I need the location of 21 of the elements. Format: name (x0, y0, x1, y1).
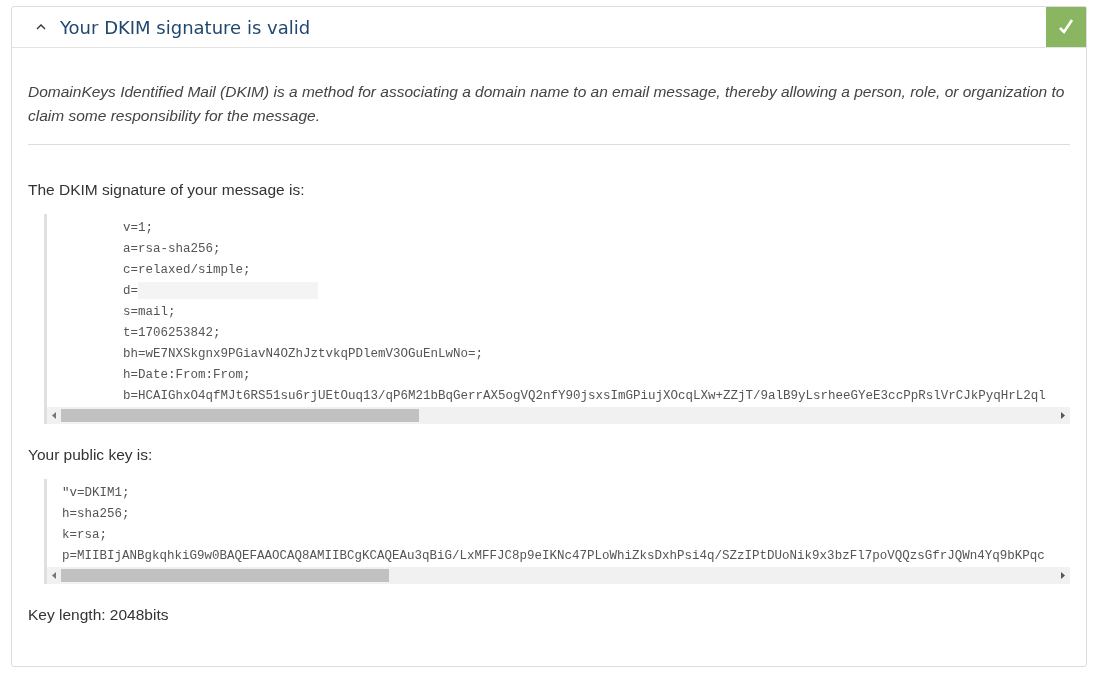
code-line: d= (123, 283, 138, 300)
code-line: bh=wE7NXSkgnx9PGiavN4OZhJztvkqPDlemV3OGuEnLwNo=; (123, 346, 484, 363)
description-text: DomainKeys Identified Mail (DKIM) is a method for associating a domain name to an email message, thereby allowing a person, role, or organization to claim some responsibility for the message. (28, 80, 1070, 145)
key-length-text: Key length: 2048bits (28, 606, 169, 624)
panel-title[interactable]: Your DKIM signature is valid (60, 16, 1046, 38)
code-line: t=1706253842; (123, 325, 221, 342)
chevron-up-icon[interactable] (36, 23, 46, 31)
code-line: h=sha256; (62, 506, 130, 523)
code-line: h=Date:From:From; (123, 367, 251, 384)
code-line: p=MIIBIjANBgkqhkiG9w0BAQEFAAOCAQ8AMIIBCgKCAQEAu3qBiG/LxMFFJC8p9eIKNc47PLoWhiZksDxhPsi4q/SZzIPtDUoNik9x3bzFl7poVQQzsGfrJQWn4Yq9bKPqc (62, 548, 1045, 565)
code-line: "v=DKIM1; (62, 485, 130, 502)
scrollbar[interactable] (47, 407, 1070, 424)
code-line: c=relaxed/simple; (123, 262, 251, 279)
code-line: a=rsa-sha256; (123, 241, 221, 258)
code-line: b=HCAIGhxO4qfMJt6RS51su6rjUEtOuq13/qP6M21bBqGerrAX5ogVQ2nfY90jsxsImGPiujXOcqLXw+ZZjT/9alB9yLsrheeGYeE3ccPpRslVrCJkPyqHrL2ql (123, 388, 1046, 405)
code-line: s=mail; (123, 304, 176, 321)
code-line: k=rsa; (62, 527, 107, 544)
signature-label: The DKIM signature of your message is: (28, 181, 305, 199)
code-line: v=1; (123, 220, 153, 237)
scrollbar[interactable] (47, 567, 1070, 584)
public-key-label: Your public key is: (28, 446, 153, 464)
